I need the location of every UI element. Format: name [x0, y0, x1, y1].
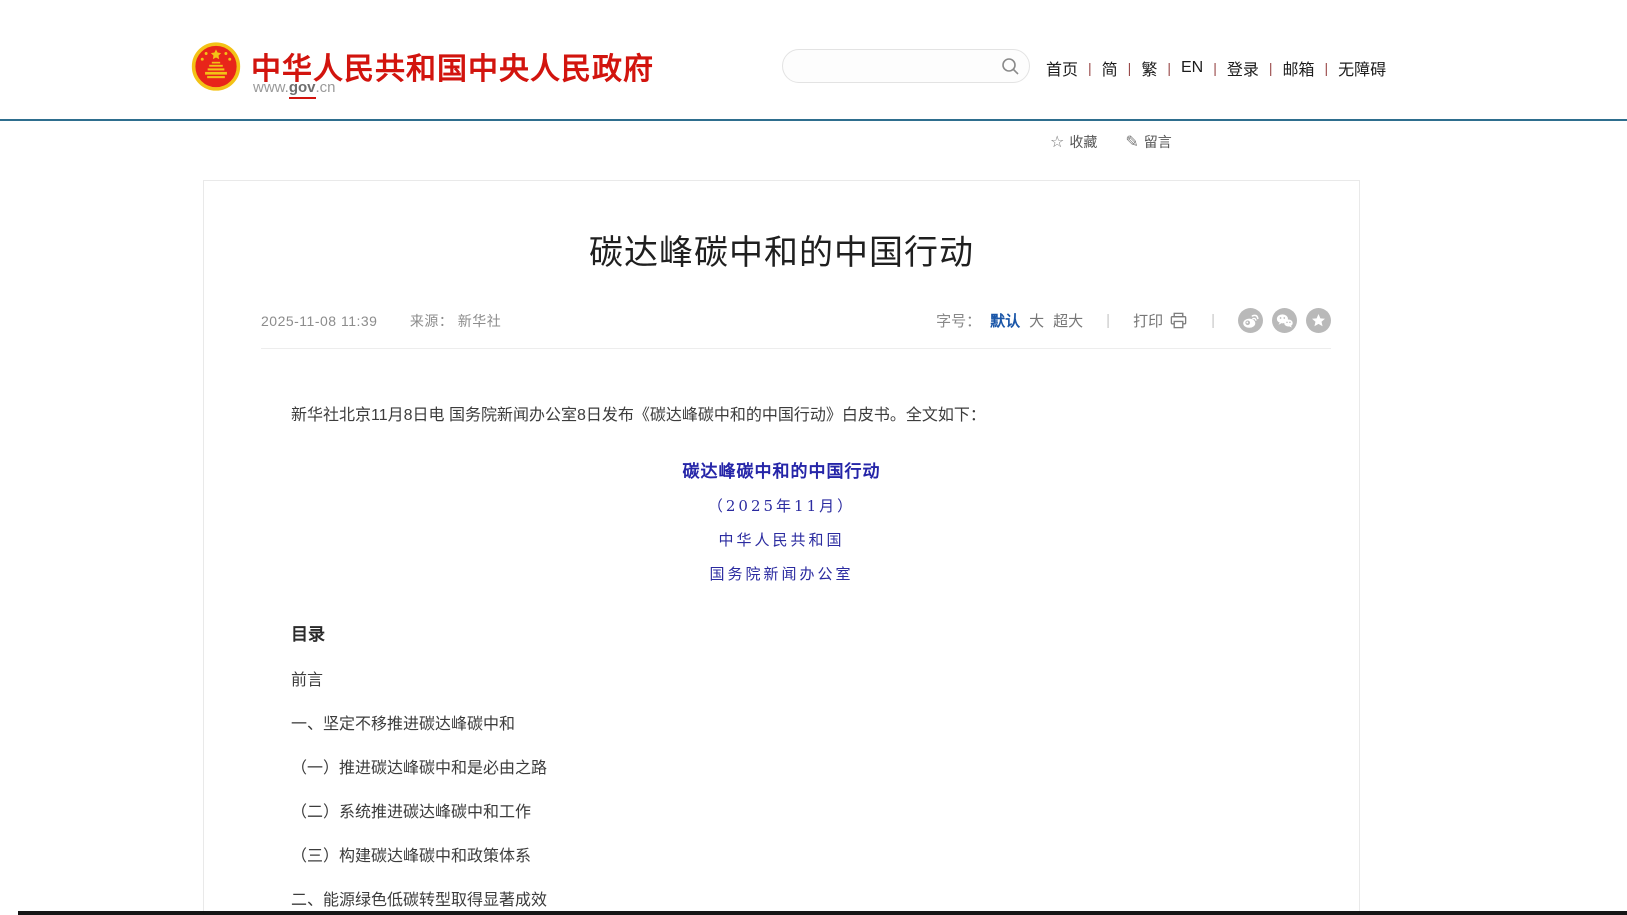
- nav-english[interactable]: EN: [1181, 59, 1203, 77]
- nav-separator: |: [1213, 60, 1217, 76]
- search-input[interactable]: [783, 58, 995, 74]
- nav-separator: |: [1269, 60, 1273, 76]
- print-label: 打印: [1133, 310, 1163, 331]
- qzone-star-share-icon[interactable]: [1306, 308, 1331, 333]
- nav-traditional[interactable]: 繁: [1141, 56, 1157, 80]
- search-icon: [1000, 56, 1020, 76]
- article-meta: 2025-11-08 11:39 来源： 新华社: [261, 311, 501, 331]
- favorite-label: 收藏: [1069, 132, 1097, 152]
- site-url: www.gov.cn: [253, 79, 336, 96]
- nav-login[interactable]: 登录: [1227, 56, 1259, 80]
- font-size-default-button[interactable]: 默认: [990, 310, 1020, 331]
- wechat-share-icon[interactable]: [1272, 308, 1297, 333]
- font-size-large-button[interactable]: 大: [1029, 310, 1044, 331]
- toc-item: 前言: [291, 672, 1272, 689]
- document-org-line2: 国务院新闻办公室: [291, 563, 1272, 584]
- font-size-label: 字号：: [936, 310, 981, 331]
- publish-date: 2025-11-08 11:39: [261, 313, 377, 329]
- article-toolbar: ☆ 收藏 ✎ 留言: [1050, 132, 1172, 152]
- document-title: 碳达峰碳中和的中国行动: [291, 457, 1272, 482]
- national-emblem-logo: [191, 40, 241, 93]
- star-outline-icon: ☆: [1050, 132, 1064, 152]
- nav-separator: |: [1167, 60, 1171, 76]
- article-tools: 字号： 默认 大 超大 | 打印 |: [936, 308, 1331, 333]
- pencil-icon: ✎: [1125, 132, 1138, 152]
- url-gov: gov: [289, 79, 316, 99]
- toc-item: （三）构建碳达峰碳中和政策体系: [291, 848, 1272, 865]
- nav-simplified[interactable]: 简: [1102, 56, 1118, 80]
- page-body: ☆ 收藏 ✎ 留言 碳达峰碳中和的中国行动 2025-11-08 11:39 来…: [0, 121, 1627, 915]
- url-cn: .cn: [316, 79, 336, 96]
- document-date: （2025年11月）: [291, 495, 1272, 516]
- document-org-line1: 中华人民共和国: [291, 529, 1272, 550]
- weibo-share-icon[interactable]: [1238, 308, 1263, 333]
- nav-home[interactable]: 首页: [1046, 56, 1078, 80]
- tools-separator: |: [1211, 312, 1215, 329]
- article-content: 新华社北京11月8日电 国务院新闻办公室8日发布《碳达峰碳中和的中国行动》白皮书…: [204, 403, 1359, 915]
- viewport-bottom-edge: [18, 911, 1627, 915]
- font-size-xlarge-button[interactable]: 超大: [1053, 310, 1083, 331]
- site-header: 中华人民共和国中央人民政府 www.gov.cn 首页| 简| 繁| EN| 登…: [0, 0, 1627, 119]
- toc-item: （二）系统推进碳达峰碳中和工作: [291, 804, 1272, 821]
- nav-separator: |: [1128, 60, 1132, 76]
- lead-paragraph: 新华社北京11月8日电 国务院新闻办公室8日发布《碳达峰碳中和的中国行动》白皮书…: [291, 403, 1272, 429]
- nav-mail[interactable]: 邮箱: [1283, 56, 1315, 80]
- tools-separator: |: [1106, 312, 1110, 329]
- favorite-button[interactable]: ☆ 收藏: [1050, 132, 1097, 152]
- message-label: 留言: [1144, 132, 1172, 152]
- printer-icon: [1169, 311, 1188, 330]
- source-label: 来源：: [410, 313, 454, 329]
- top-nav: 首页 | 简 | 繁 | EN | 登录 | 邮箱 | 无障碍: [1046, 56, 1386, 80]
- toc-item: 一、坚定不移推进碳达峰碳中和: [291, 716, 1272, 733]
- source-value: 新华社: [458, 313, 502, 329]
- search-button[interactable]: [995, 51, 1025, 81]
- message-button[interactable]: ✎ 留言: [1125, 132, 1171, 152]
- article-title: 碳达峰碳中和的中国行动: [204, 225, 1359, 274]
- article-card: 碳达峰碳中和的中国行动 2025-11-08 11:39 来源： 新华社 字号：…: [203, 180, 1360, 915]
- nav-separator: |: [1088, 60, 1092, 76]
- print-button[interactable]: 打印: [1133, 310, 1188, 331]
- article-meta-row: 2025-11-08 11:39 来源： 新华社 字号： 默认 大 超大 | 打…: [261, 308, 1331, 349]
- toc-item: （一）推进碳达峰碳中和是必由之路: [291, 760, 1272, 777]
- toc-item: 二、能源绿色低碳转型取得显著成效: [291, 892, 1272, 909]
- toc-heading: 目录: [291, 620, 1272, 645]
- nav-separator: |: [1325, 60, 1329, 76]
- url-www: www.: [253, 79, 289, 96]
- search-box[interactable]: [782, 49, 1030, 83]
- nav-accessibility[interactable]: 无障碍: [1338, 56, 1386, 80]
